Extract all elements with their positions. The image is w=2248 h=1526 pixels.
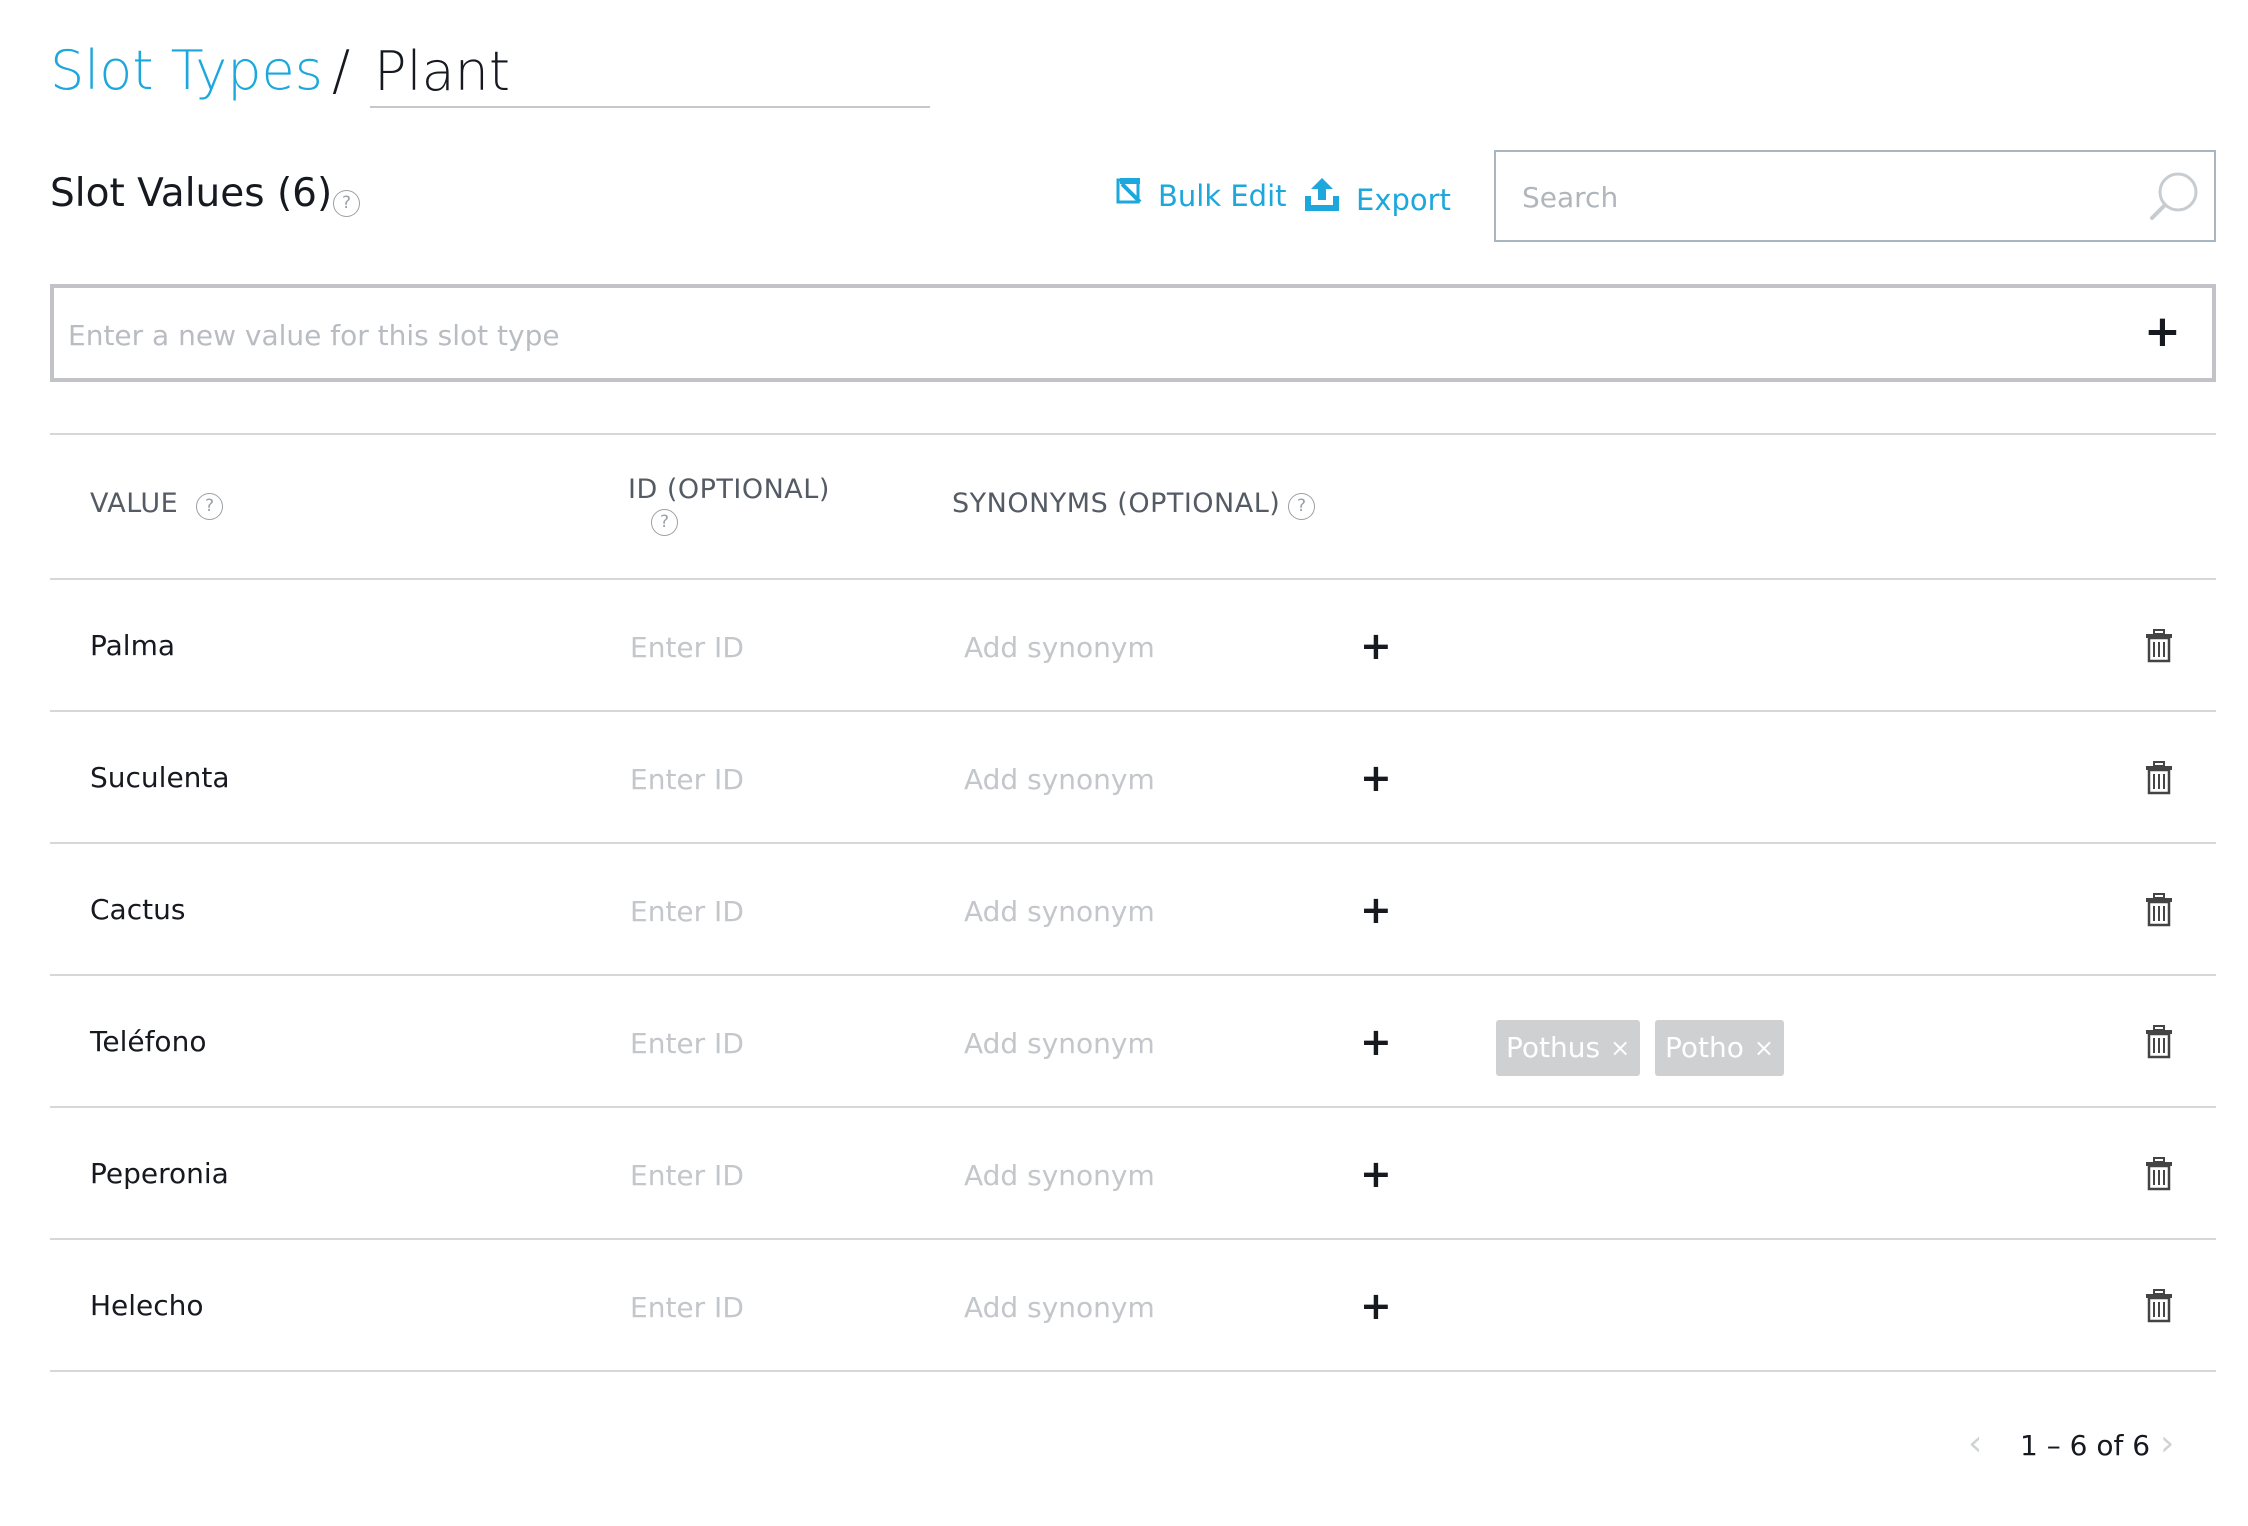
row-synonym-input[interactable] — [962, 621, 1326, 673]
id-help-icon[interactable]: ? — [651, 509, 678, 536]
synonyms-help-icon[interactable]: ? — [1288, 493, 1315, 520]
row-synonym-input[interactable] — [962, 885, 1326, 937]
table-top-divider — [50, 433, 2216, 435]
table-row: Palma + — [0, 580, 2248, 712]
add-value-button[interactable]: + — [2144, 310, 2181, 354]
synonym-chip-label: Potho — [1665, 1031, 1744, 1064]
row-id-input[interactable] — [628, 753, 912, 805]
row-value[interactable]: Cactus — [90, 890, 185, 930]
table-row: Cactus + — [0, 844, 2248, 976]
column-header-value: VALUE — [90, 488, 179, 519]
row-synonym-input[interactable] — [962, 1149, 1326, 1201]
slot-type-name-field[interactable] — [370, 36, 930, 108]
delete-row-trash-icon[interactable] — [2144, 629, 2174, 663]
section-title: Slot Values (6) — [50, 171, 333, 216]
delete-row-trash-icon[interactable] — [2144, 893, 2174, 927]
add-synonym-button[interactable]: + — [1360, 1286, 1392, 1326]
row-synonym-input[interactable] — [962, 1281, 1326, 1333]
help-icon[interactable]: ? — [333, 190, 360, 217]
synonym-chip-label: Pothus — [1506, 1031, 1601, 1064]
bulk-edit-label: Bulk Edit — [1158, 179, 1287, 213]
add-synonym-button[interactable]: + — [1360, 1022, 1392, 1062]
row-id-input[interactable] — [628, 1017, 912, 1069]
row-value[interactable]: Helecho — [90, 1286, 204, 1326]
delete-row-trash-icon[interactable] — [2144, 1157, 2174, 1191]
new-value-input[interactable] — [66, 304, 1970, 366]
export-button[interactable]: Export — [1302, 176, 1451, 224]
table-row: Suculenta + — [0, 712, 2248, 844]
row-id-input[interactable] — [628, 1281, 912, 1333]
search-input[interactable] — [1520, 168, 2124, 226]
row-value[interactable]: Peperonia — [90, 1154, 229, 1194]
bulk-edit-icon — [1116, 176, 1144, 216]
row-value[interactable]: Suculenta — [90, 758, 230, 798]
search-icon[interactable] — [2146, 170, 2202, 226]
delete-row-trash-icon[interactable] — [2144, 1289, 2174, 1323]
row-synonym-input[interactable] — [962, 1017, 1326, 1069]
add-synonym-button[interactable]: + — [1360, 1154, 1392, 1194]
add-synonym-button[interactable]: + — [1360, 626, 1392, 666]
row-id-input[interactable] — [628, 621, 912, 673]
breadcrumb-separator: / — [332, 39, 351, 102]
synonym-chip[interactable]: Potho × — [1655, 1020, 1784, 1076]
previous-page-chevron-icon[interactable]: ‹ — [1968, 1424, 1982, 1464]
row-value[interactable]: Teléfono — [90, 1022, 206, 1062]
export-label: Export — [1356, 183, 1451, 217]
export-icon — [1302, 176, 1342, 224]
table-bottom-divider — [50, 1370, 2216, 1372]
table-row: Teléfono + Pothus × Potho × — [0, 976, 2248, 1108]
row-value[interactable]: Palma — [90, 626, 175, 666]
breadcrumb-slot-types-link[interactable]: Slot Types — [50, 36, 323, 106]
add-synonym-button[interactable]: + — [1360, 758, 1392, 798]
value-help-icon[interactable]: ? — [196, 493, 223, 520]
delete-row-trash-icon[interactable] — [2144, 761, 2174, 795]
remove-synonym-icon[interactable]: × — [1610, 1020, 1630, 1076]
column-header-synonyms: SYNONYMS (OPTIONAL) — [952, 488, 1281, 519]
remove-synonym-icon[interactable]: × — [1754, 1020, 1774, 1076]
row-synonym-input[interactable] — [962, 753, 1326, 805]
pagination-text: 1 – 6 of 6 — [2020, 1429, 2151, 1462]
next-page-chevron-icon[interactable]: › — [2160, 1424, 2174, 1464]
bulk-edit-button[interactable]: Bulk Edit — [1116, 176, 1287, 216]
table-row: Helecho + — [0, 1240, 2248, 1372]
synonym-chip[interactable]: Pothus × — [1496, 1020, 1641, 1076]
delete-row-trash-icon[interactable] — [2144, 1025, 2174, 1059]
row-id-input[interactable] — [628, 1149, 912, 1201]
add-synonym-button[interactable]: + — [1360, 890, 1392, 930]
row-id-input[interactable] — [628, 885, 912, 937]
column-header-id: ID (OPTIONAL) — [628, 474, 830, 505]
table-row: Peperonia + — [0, 1108, 2248, 1240]
